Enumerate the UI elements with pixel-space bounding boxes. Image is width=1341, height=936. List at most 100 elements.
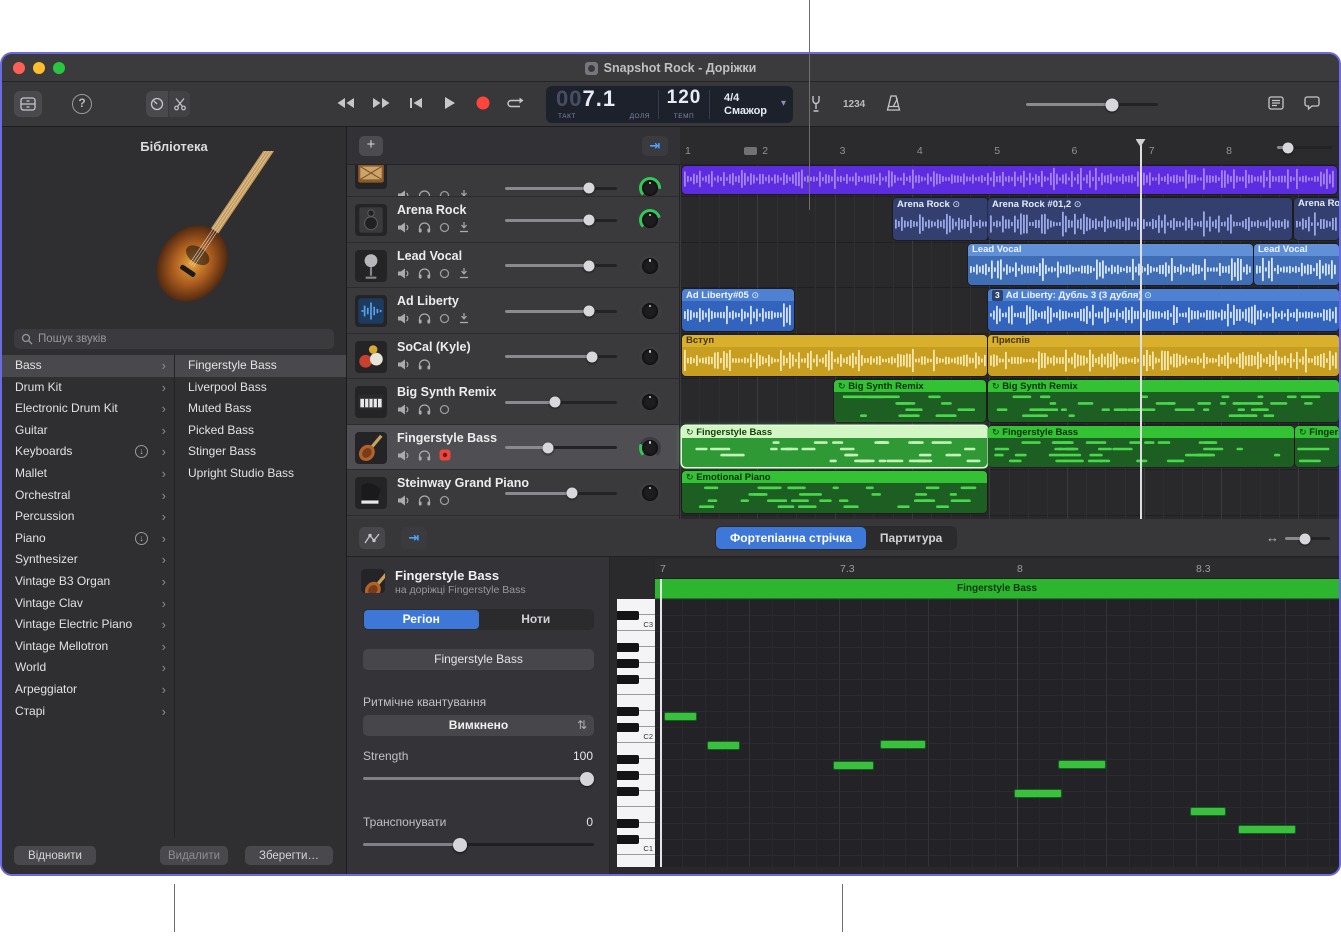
sidebar-item-bass[interactable]: Bass› <box>2 355 174 377</box>
midi-note[interactable] <box>664 712 697 721</box>
library-toggle-button[interactable] <box>14 91 42 117</box>
solo-button[interactable] <box>418 494 431 506</box>
mute-button[interactable] <box>397 450 410 461</box>
search-input[interactable]: Пошук звуків <box>14 329 334 349</box>
region-ad-liberty-дубль-3-3-дубля[interactable]: 3Ad Liberty: Дубль 3 (3 дубля) ⊙ <box>988 289 1339 331</box>
editor-zoom-knob[interactable] <box>1300 533 1311 544</box>
cycle-button[interactable] <box>507 97 525 110</box>
editor-catch-button[interactable]: ⇥ <box>401 527 427 549</box>
midi-note[interactable] <box>880 740 926 749</box>
piano-black-key[interactable] <box>617 611 639 620</box>
tab-notes[interactable]: Ноти <box>479 610 594 629</box>
sidebar-item-arpeggiator[interactable]: Arpeggiator› <box>2 679 174 701</box>
mute-button[interactable] <box>397 313 410 324</box>
master-volume-knob[interactable] <box>1105 98 1118 111</box>
region-audio[interactable] <box>682 166 1337 194</box>
piano-black-key[interactable] <box>617 819 639 828</box>
track-pan-knob[interactable] <box>639 482 661 504</box>
piano-black-key[interactable] <box>617 643 639 652</box>
piano-key-b0[interactable] <box>617 855 655 867</box>
track-header-arena-rock[interactable]: Arena Rock <box>347 197 679 243</box>
sidebar-item-electronic-drum-kit[interactable]: Electronic Drum Kit› <box>2 398 174 420</box>
input-monitor-button[interactable] <box>458 221 470 233</box>
lcd-tempo[interactable]: 120 ТЕМП <box>659 86 709 123</box>
lcd-display[interactable]: 007.1 ТАКТДОЛЯ 120 ТЕМП 4/4 Смажор ▾ <box>546 86 793 123</box>
track-volume-slider[interactable] <box>505 187 617 190</box>
timeline[interactable]: Arena Rock ⊙Arena Rock #01,2 ⊙Arena RoLe… <box>680 165 1339 519</box>
midi-note[interactable] <box>833 761 874 770</box>
region-name-button[interactable]: Fingerstyle Bass <box>363 649 594 670</box>
strength-slider[interactable] <box>363 777 594 780</box>
sidebar-item-vintage-mellotron[interactable]: Vintage Mellotron› <box>2 636 174 658</box>
piano-black-key[interactable] <box>617 723 639 732</box>
midi-note[interactable] <box>1190 807 1226 816</box>
region-fingerstyle-bass[interactable]: ↻ Fingerstyle Bass <box>682 426 987 467</box>
solo-button[interactable] <box>418 449 431 461</box>
patch-item-upright-studio-bass[interactable]: Upright Studio Bass <box>175 463 346 485</box>
region-big-synth-remix[interactable]: ↻ Big Synth Remix <box>988 380 1339 422</box>
track-volume-slider[interactable] <box>505 219 617 222</box>
input-monitor-button[interactable] <box>458 189 470 197</box>
track-pan-knob[interactable] <box>639 177 661 197</box>
catch-playhead-button[interactable]: ⇥ <box>642 136 668 156</box>
piano-black-key[interactable] <box>617 707 639 716</box>
solo-button[interactable] <box>418 312 431 324</box>
track-volume-slider[interactable] <box>505 264 617 267</box>
sidebar-item-mallet[interactable]: Mallet› <box>2 463 174 485</box>
automation-button[interactable] <box>359 527 385 549</box>
tab-score[interactable]: Партитура <box>866 527 956 549</box>
transpose-knob[interactable] <box>453 838 467 852</box>
editor-playhead[interactable] <box>660 579 662 867</box>
metronome-button[interactable] <box>886 95 901 111</box>
track-volume-slider[interactable] <box>505 401 617 404</box>
master-volume-slider[interactable] <box>1026 103 1158 106</box>
track-volume-slider[interactable] <box>505 355 617 358</box>
region-arena-rock[interactable]: Arena Rock ⊙ <box>893 198 988 240</box>
mute-button[interactable] <box>397 222 410 233</box>
track-header-partial[interactable] <box>347 165 679 197</box>
record-button[interactable] <box>475 95 491 111</box>
sidebar-item-старі[interactable]: Старі› <box>2 701 174 723</box>
region-fingers[interactable]: ↻ Fingers <box>1295 426 1339 467</box>
quick-help-button[interactable] <box>1304 96 1320 111</box>
mute-button[interactable] <box>397 404 410 415</box>
ruler-marker[interactable] <box>744 147 757 155</box>
midi-note[interactable] <box>1238 825 1296 834</box>
midi-note[interactable] <box>707 741 740 750</box>
count-in-button[interactable]: 1234 <box>843 99 865 110</box>
mute-button[interactable] <box>397 268 410 279</box>
mute-button[interactable] <box>397 190 410 198</box>
piano-roll-grid[interactable] <box>655 599 1339 867</box>
record-enable-button[interactable] <box>439 190 450 198</box>
piano-black-key[interactable] <box>617 771 639 780</box>
region-arena-ro[interactable]: Arena Ro <box>1294 198 1339 240</box>
mute-button[interactable] <box>397 359 410 370</box>
track-volume-slider[interactable] <box>505 446 617 449</box>
help-button[interactable]: ? <box>72 94 92 114</box>
region-big-synth-remix[interactable]: ↻ Big Synth Remix <box>834 380 986 422</box>
tracks-zoom-slider[interactable] <box>1277 146 1332 149</box>
input-monitor-button[interactable] <box>458 312 470 324</box>
track-header-ad-liberty[interactable]: Ad Liberty <box>347 288 679 334</box>
solo-button[interactable] <box>418 189 431 197</box>
patch-item-fingerstyle-bass[interactable]: Fingerstyle Bass <box>175 355 346 377</box>
sidebar-item-piano[interactable]: Piano↓› <box>2 528 174 550</box>
track-pan-knob[interactable] <box>639 209 661 231</box>
delete-button[interactable]: Видалити <box>160 846 228 865</box>
solo-button[interactable] <box>418 403 431 415</box>
midi-note[interactable] <box>1014 789 1062 798</box>
track-pan-knob[interactable] <box>639 255 661 277</box>
track-volume-slider[interactable] <box>505 492 617 495</box>
strength-knob[interactable] <box>580 772 594 786</box>
patch-item-muted-bass[interactable]: Muted Bass <box>175 398 346 420</box>
add-track-button[interactable]: + <box>359 136 383 156</box>
solo-button[interactable] <box>418 358 431 370</box>
track-pan-knob[interactable] <box>639 391 661 413</box>
tab-region[interactable]: Регіон <box>364 610 479 629</box>
sidebar-item-drum-kit[interactable]: Drum Kit› <box>2 377 174 399</box>
track-header-steinway-grand-piano[interactable]: Steinway Grand Piano <box>347 470 679 516</box>
track-header-fingerstyle-bass[interactable]: Fingerstyle Bass <box>347 425 679 470</box>
patch-item-liverpool-bass[interactable]: Liverpool Bass <box>175 377 346 399</box>
sidebar-item-percussion[interactable]: Percussion› <box>2 506 174 528</box>
revert-button[interactable]: Відновити <box>14 846 96 865</box>
